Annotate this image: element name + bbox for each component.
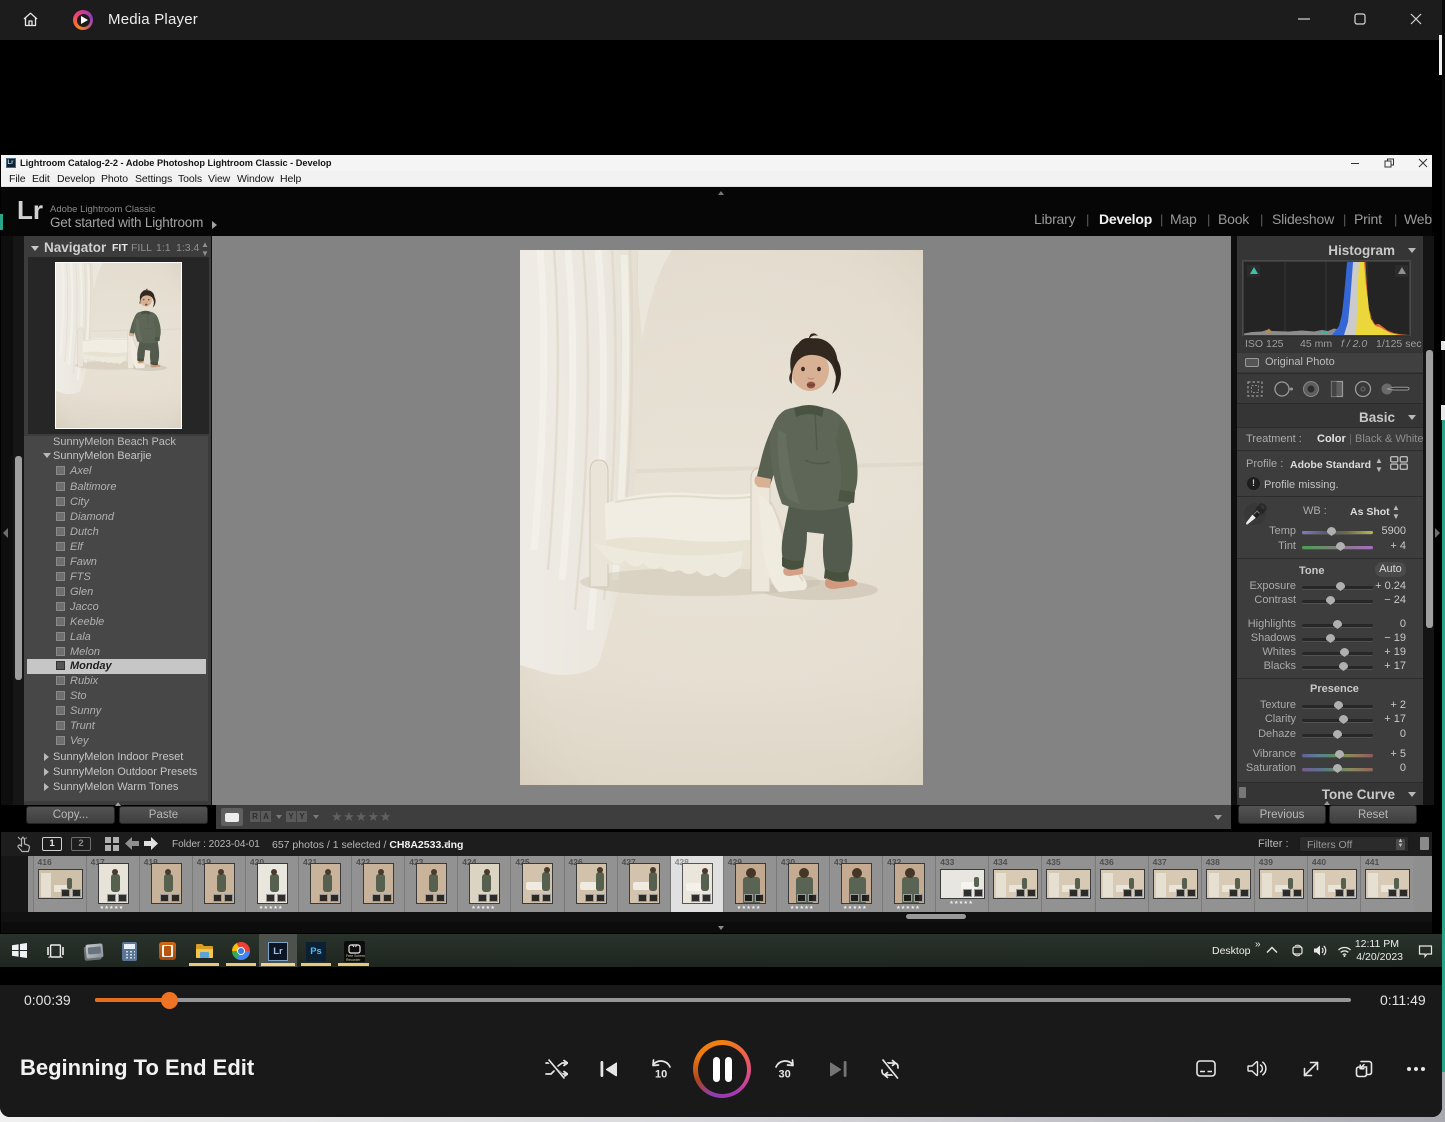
svg-text:30: 30 bbox=[779, 1069, 791, 1081]
svg-text:10: 10 bbox=[655, 1069, 667, 1081]
